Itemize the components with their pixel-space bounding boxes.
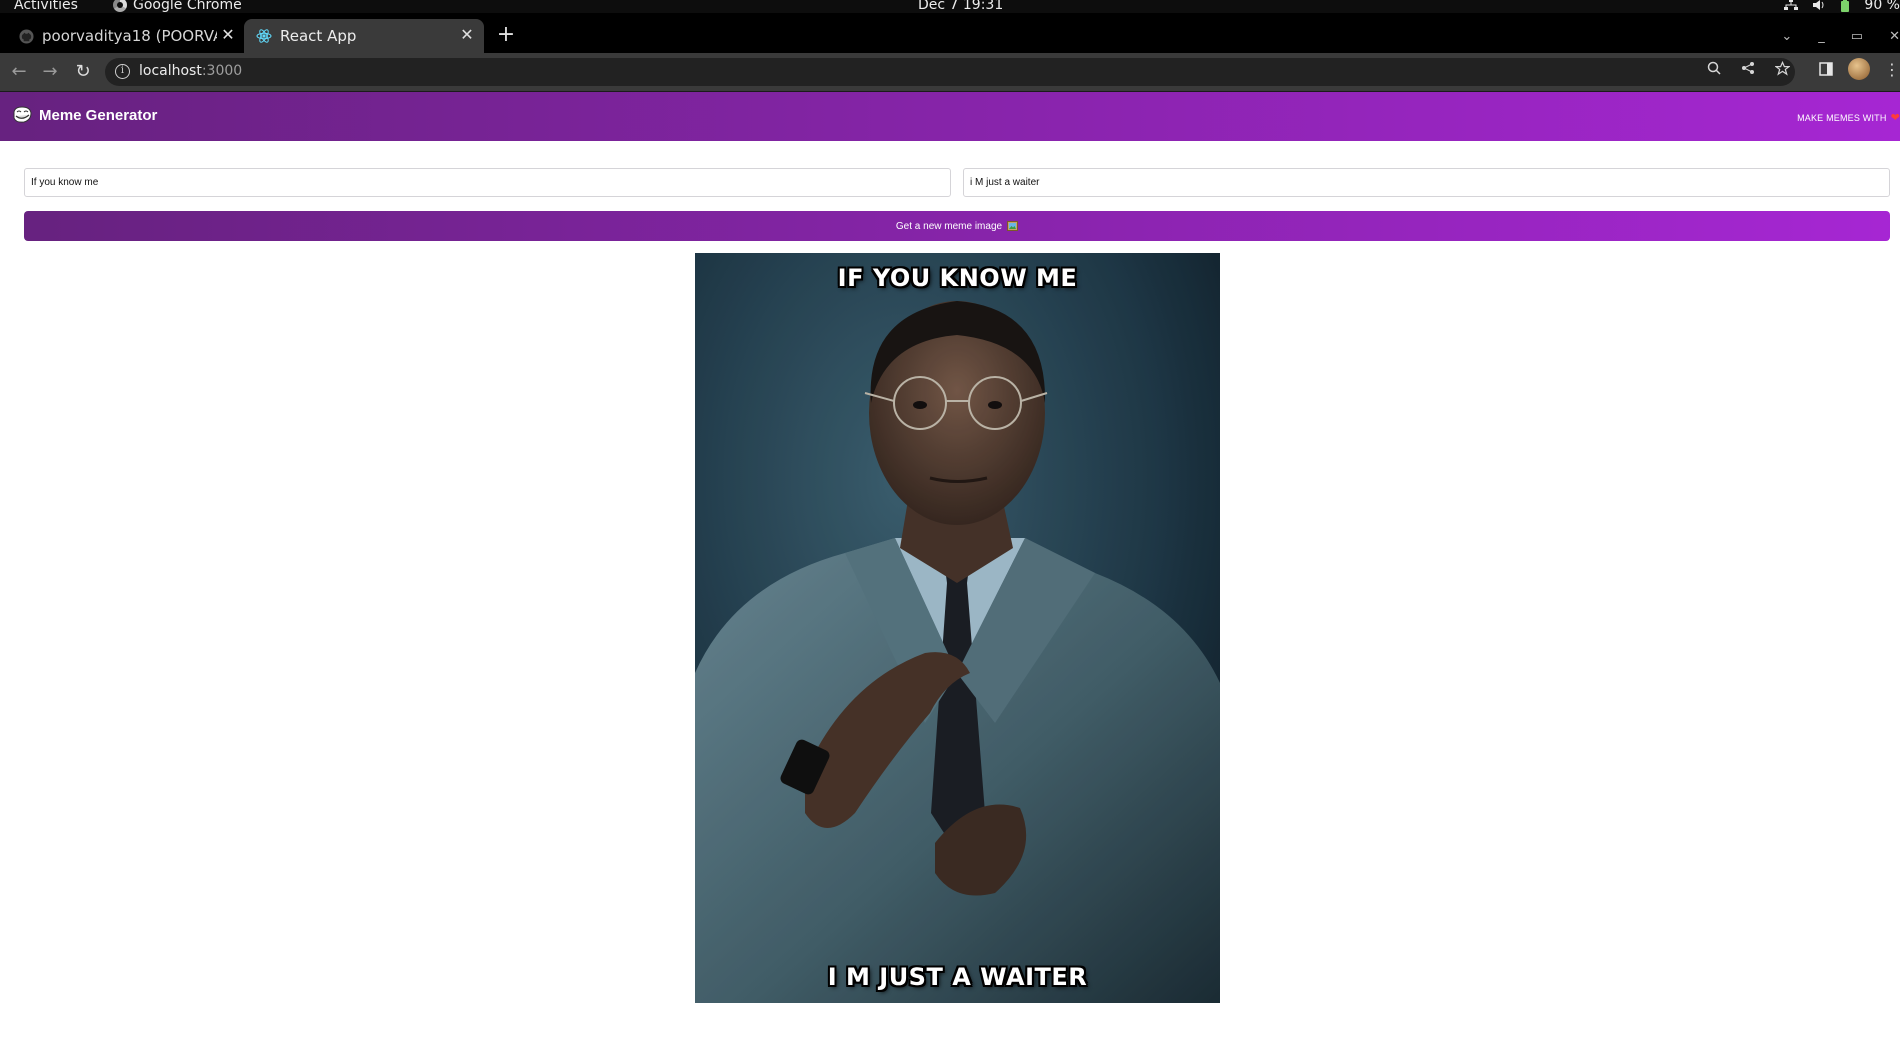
back-icon[interactable]: ← xyxy=(8,61,30,83)
close-tab-icon[interactable]: ✕ xyxy=(221,27,235,43)
more-menu-icon[interactable]: ⋮ xyxy=(1884,60,1900,79)
zoom-icon[interactable] xyxy=(1706,60,1722,76)
app-menu[interactable]: Google Chrome xyxy=(113,0,242,13)
meme-image: IF YOU KNOW ME I M JUST A WAITER xyxy=(695,253,1220,1003)
meme-top-caption: IF YOU KNOW ME xyxy=(837,264,1078,292)
os-top-bar: Activities Google Chrome Dec 7 19:31 90 … xyxy=(0,0,1900,13)
react-icon xyxy=(256,28,272,44)
tagline-text: MAKE MEMES WITH xyxy=(1797,112,1887,123)
app-header: Meme Generator MAKE MEMES WITH ❤ xyxy=(0,92,1900,141)
url-host: localhost xyxy=(139,63,202,79)
bookmark-star-icon[interactable] xyxy=(1774,60,1790,76)
activities-button[interactable]: Activities xyxy=(14,0,78,13)
meme-photo xyxy=(695,253,1220,1003)
new-meme-image-button[interactable]: Get a new meme image xyxy=(24,211,1890,241)
network-icon xyxy=(1784,0,1799,10)
app-title: Meme Generator xyxy=(39,106,158,124)
close-window-icon[interactable]: ✕ xyxy=(1889,29,1900,44)
window-controls: ⌄ _ ▭ ✕ xyxy=(1781,29,1900,44)
system-tray[interactable]: 90 % xyxy=(1784,0,1900,13)
tab-search-icon[interactable]: ⌄ xyxy=(1781,29,1792,44)
tab-react-app[interactable]: React App ✕ xyxy=(244,19,484,53)
app-menu-label: Google Chrome xyxy=(133,0,242,13)
site-info-icon[interactable]: i xyxy=(115,64,130,79)
new-meme-image-label: Get a new meme image xyxy=(895,220,1003,232)
side-panel-icon[interactable] xyxy=(1818,61,1834,77)
profile-avatar[interactable] xyxy=(1848,58,1870,80)
tab-title: React App xyxy=(280,27,357,45)
clock[interactable]: Dec 7 19:31 xyxy=(918,0,1003,13)
url-port: :3000 xyxy=(201,63,243,79)
restore-icon[interactable]: ▭ xyxy=(1851,29,1863,44)
address-bar[interactable]: i localhost:3000 xyxy=(105,58,1795,86)
omnibox-actions xyxy=(1706,60,1790,76)
url-text[interactable]: localhost:3000 xyxy=(139,63,242,79)
volume-icon xyxy=(1813,0,1824,10)
heart-icon: ❤ xyxy=(1890,112,1900,124)
troll-face-icon xyxy=(13,106,32,123)
chrome-icon xyxy=(113,0,127,12)
toolbar-right: ⋮ xyxy=(1818,58,1900,80)
tab-github[interactable]: poorvaditya18 (POORVADITYA ✕ xyxy=(10,19,245,53)
new-tab-icon[interactable]: + xyxy=(496,24,516,46)
close-tab-icon[interactable]: ✕ xyxy=(460,27,474,43)
framed-picture-icon xyxy=(1007,221,1019,231)
share-icon[interactable] xyxy=(1740,60,1756,76)
top-text-input[interactable] xyxy=(24,168,951,197)
battery-icon xyxy=(1841,0,1850,12)
meme-bottom-caption: I M JUST A WAITER xyxy=(827,963,1088,991)
header-tagline: MAKE MEMES WITH ❤ xyxy=(1797,111,1900,124)
minimize-icon[interactable]: _ xyxy=(1818,29,1825,44)
bottom-text-input[interactable] xyxy=(963,168,1890,197)
tab-strip: poorvaditya18 (POORVADITYA ✕ React App ✕… xyxy=(0,13,1900,53)
forward-icon[interactable]: → xyxy=(39,61,61,83)
browser-toolbar: ← → ↻ i localhost:3000 ⋮ xyxy=(0,53,1900,91)
github-icon xyxy=(18,28,34,44)
reload-icon[interactable]: ↻ xyxy=(72,61,94,83)
tab-title: poorvaditya18 (POORVADITYA xyxy=(42,27,217,45)
brand: Meme Generator xyxy=(12,106,157,124)
battery-percent: 90 % xyxy=(1864,0,1900,13)
